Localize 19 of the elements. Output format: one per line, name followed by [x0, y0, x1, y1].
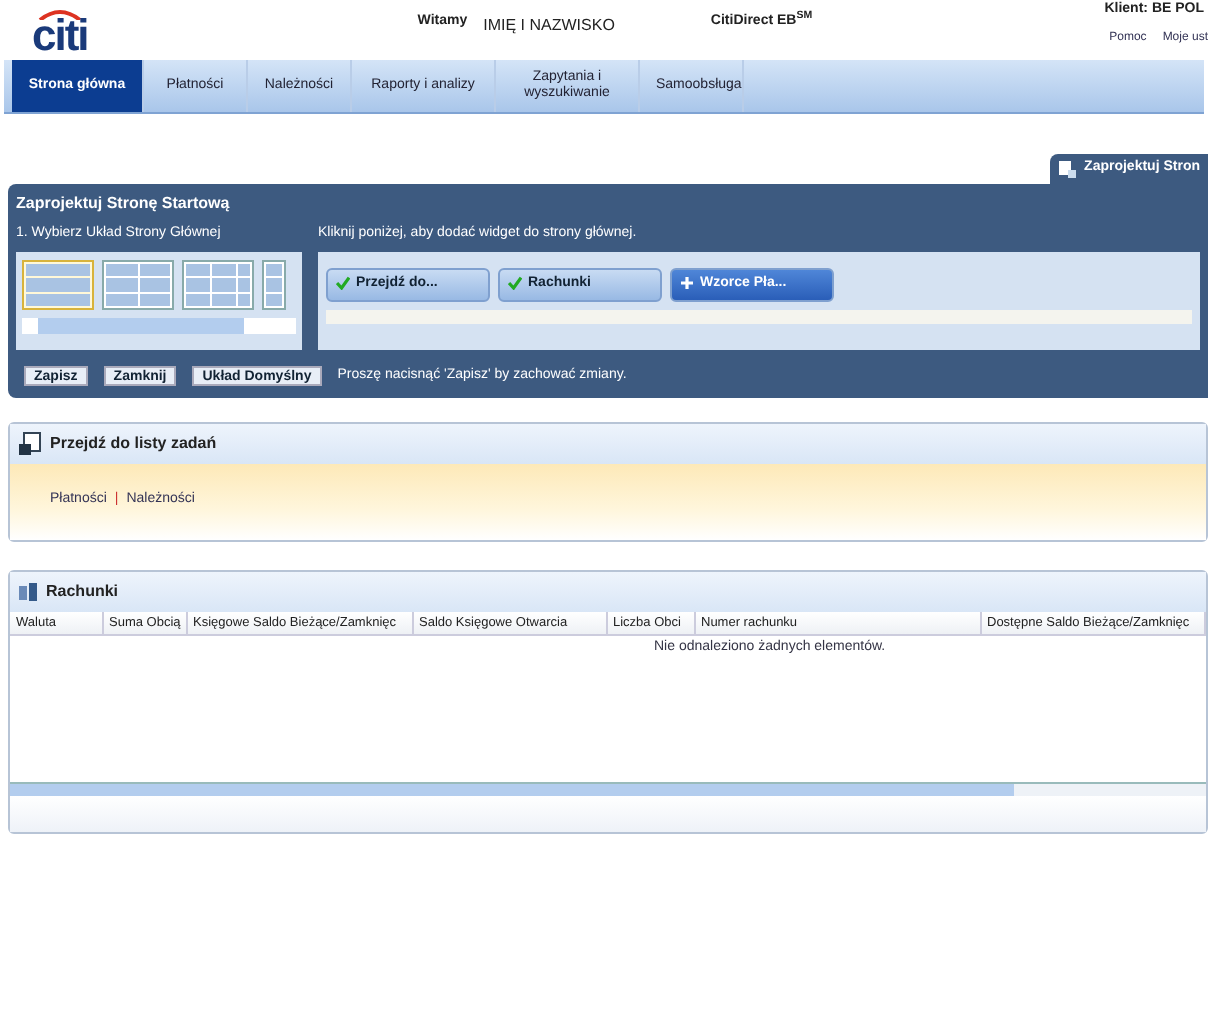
- check-icon: [336, 275, 350, 290]
- logo-arc-icon: [37, 8, 82, 20]
- widget-scrollbar[interactable]: [326, 310, 1192, 324]
- plus-icon: [680, 275, 694, 290]
- panel-title: Zaprojektuj Stronę Startową: [16, 191, 232, 215]
- layout-thumbnail[interactable]: [262, 260, 286, 310]
- layout-thumbnail[interactable]: [102, 260, 174, 310]
- widget-title: Przejdź do listy zadań: [50, 431, 217, 455]
- user-name: IMIĘ I NAZWISKO: [483, 14, 615, 38]
- layout-scrollbar[interactable]: [22, 318, 296, 334]
- page-edit-icon: [1058, 159, 1077, 178]
- widget-title: Rachunki: [46, 579, 119, 603]
- check-icon: [508, 275, 522, 290]
- task-list-icon: [18, 431, 42, 455]
- layout-thumbnail[interactable]: [182, 260, 254, 310]
- logo[interactable]: citi: [32, 14, 88, 58]
- layout-thumbnail[interactable]: [22, 260, 94, 310]
- accounts-icon: [18, 581, 38, 601]
- horizontal-scrollbar[interactable]: [10, 781, 1206, 796]
